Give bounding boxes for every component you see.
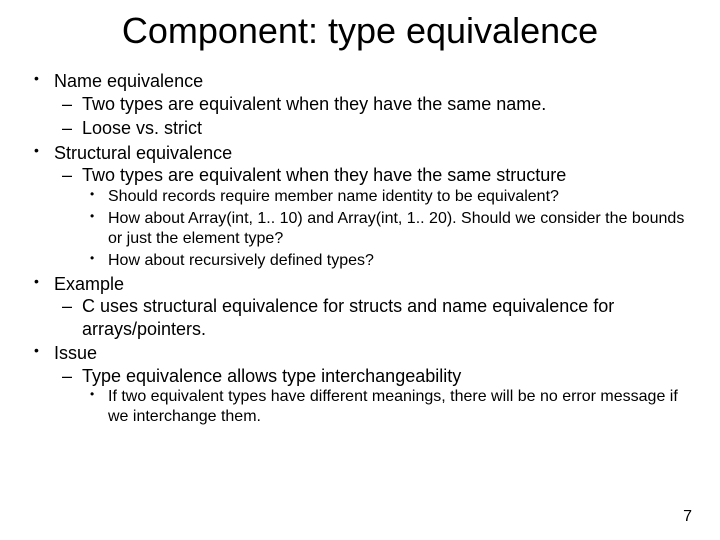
list-item: Issue Type equivalence allows type inter… [28,342,692,427]
item-text: Two types are equivalent when they have … [82,94,546,114]
item-text: Should records require member name ident… [108,188,559,205]
slide-title: Component: type equivalence [28,10,692,52]
list-item: If two equivalent types have different m… [82,387,692,427]
item-text: C uses structural equivalence for struct… [82,296,614,339]
list-item: Two types are equivalent when they have … [54,164,692,271]
item-text: Two types are equivalent when they have … [82,165,566,185]
list-item: Name equivalence Two types are equivalen… [28,70,692,140]
item-text: Type equivalence allows type interchange… [82,366,461,386]
list-item: Example C uses structural equivalence fo… [28,273,692,341]
item-text: Issue [54,343,97,363]
item-text: How about Array(int, 1.. 10) and Array(i… [108,210,684,247]
list-item: Two types are equivalent when they have … [54,93,692,116]
list-item: Should records require member name ident… [82,187,692,207]
list-item: Type equivalence allows type interchange… [54,365,692,428]
page-number: 7 [683,508,692,526]
list-item: How about recursively defined types? [82,251,692,271]
item-text: Loose vs. strict [82,118,202,138]
item-text: How about recursively defined types? [108,252,374,269]
item-text: Example [54,274,124,294]
list-item: C uses structural equivalence for struct… [54,295,692,340]
list-item: How about Array(int, 1.. 10) and Array(i… [82,209,692,249]
item-text: Structural equivalence [54,143,232,163]
bullet-list: Name equivalence Two types are equivalen… [28,70,692,427]
list-item: Loose vs. strict [54,117,692,140]
item-text: Name equivalence [54,71,203,91]
item-text: If two equivalent types have different m… [108,388,678,425]
slide: Component: type equivalence Name equival… [0,0,720,540]
list-item: Structural equivalence Two types are equ… [28,142,692,271]
